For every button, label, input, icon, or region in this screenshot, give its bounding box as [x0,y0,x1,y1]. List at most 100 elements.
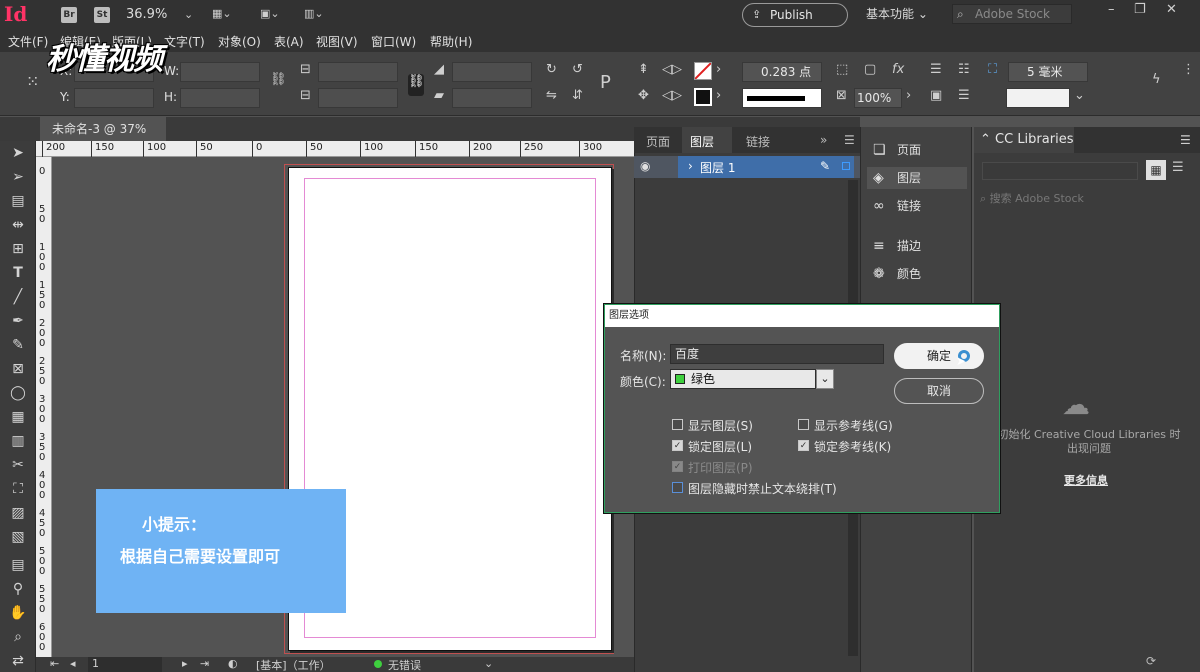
stroke-type-dropdown[interactable] [742,88,822,108]
last-page-icon[interactable]: ⇥ [200,657,209,670]
menu-file[interactable]: 文件(F) [8,33,48,50]
menu-table[interactable]: 表(A) [274,33,304,50]
screen-mode-icon[interactable]: ▣⌄ [260,7,280,20]
flip-vertical-icon[interactable]: ⇵ [572,88,583,103]
horizontal-ruler[interactable]: 200 150 100 50 0 50 100 150 200 250 300 [36,141,634,157]
master-label[interactable]: [基本]（工作） [256,657,331,672]
select-content-icon[interactable]: ✥ [638,88,649,103]
cc-sync-icon[interactable]: ⟳ [1146,654,1156,668]
hand-tool-icon[interactable]: ✋ [8,603,28,623]
y-field[interactable] [74,88,154,108]
cancel-button[interactable]: 取消 [894,378,984,404]
strip-layers[interactable]: ◈ 图层 [867,167,967,189]
stock-search-input[interactable]: ⌕ Adobe Stock [952,4,1072,24]
w-field[interactable] [180,62,260,82]
rotation-field[interactable] [452,62,532,82]
grid-view-icon[interactable]: ▦ [1146,160,1166,180]
stock-button[interactable]: St [94,7,110,23]
panel-menu-icon[interactable]: ⋮ [1182,62,1195,77]
wrap-jump-icon[interactable]: ☰ [958,88,970,103]
selection-tool-icon[interactable]: ➤ [8,143,28,163]
ok-button[interactable]: 确定 [894,343,984,369]
page-number-field[interactable]: 1 [88,657,162,672]
select-next-icon[interactable]: ◁▷ [662,88,682,103]
show-guides-checkbox[interactable] [798,419,809,430]
close-icon[interactable]: ✕ [1166,2,1177,17]
zoom-level[interactable]: 36.9% [126,7,167,22]
shear-field[interactable] [452,88,532,108]
select-previous-icon[interactable]: ◁▷ [662,62,682,77]
stroke-weight-field[interactable]: 0.283 点 [742,62,822,82]
more-info-link[interactable]: 更多信息 [1064,472,1108,488]
visibility-eye-icon[interactable]: ◉ [640,159,650,173]
view-options-icon[interactable]: ▦⌄ [212,7,232,20]
link-icon[interactable]: ⛓ [408,74,425,96]
expand-layer-icon[interactable]: › [688,159,693,173]
fill-swatch[interactable] [694,62,712,80]
layer-color-swatch[interactable] [842,162,850,170]
document-tab[interactable]: 未命名-3 @ 37% × [40,117,166,160]
tab-layers[interactable]: 图层 [690,133,714,150]
scale-x-field[interactable] [318,62,398,82]
suppress-text-wrap-checkbox[interactable] [672,482,683,493]
rectangle-frame-tool-icon[interactable]: ⊠ [8,359,28,379]
scissors-tool-icon[interactable]: ✂ [8,455,28,475]
text-wrap-icon[interactable]: ☰ [930,62,942,77]
object-effects-icon[interactable]: ⬚ [836,62,848,77]
opacity-arrow-icon[interactable]: › [906,88,911,103]
bridge-button[interactable]: Br [61,7,77,23]
line-tool-icon[interactable]: ╱ [8,287,28,307]
wrap-around-icon[interactable]: ▣ [930,88,942,103]
pen-tool-icon[interactable]: ✒ [8,311,28,331]
arrange-documents-icon[interactable]: ▥⌄ [304,7,324,20]
h-field[interactable] [180,88,260,108]
open-page-icon[interactable]: ◐ [228,657,238,670]
scale-y-field[interactable] [318,88,398,108]
panel-menu-icon[interactable]: ☰ [844,133,855,147]
stroke-arrow-icon[interactable]: › [716,88,721,103]
rotate-ccw-icon[interactable]: ↺ [572,62,583,77]
gap-tool-icon[interactable]: ⇹ [8,215,28,235]
next-page-icon[interactable]: ▸ [182,657,188,670]
stroke-swatch[interactable] [694,88,712,106]
cc-search-input[interactable]: ⌕ 搜索 Adobe Stock [980,190,1190,208]
vertical-ruler[interactable]: 0 5 0 1 0 0 1 5 0 2 0 0 2 5 0 3 0 0 3 5 0 4 0 0 4… [36,157,52,657]
auto-fit-icon[interactable]: ⛶ [988,62,997,77]
content-collector-icon[interactable]: ⊞ [8,239,28,259]
collapse-panel-icon[interactable]: » [820,133,827,147]
preflight-dropdown-icon[interactable]: ⌄ [484,657,493,670]
text-wrap-alt-icon[interactable]: ☷ [958,62,970,77]
zoom-dropdown-icon[interactable]: ⌄ [184,8,193,21]
page-tool-icon[interactable]: ▤ [8,191,28,211]
tab-links[interactable]: 链接 [746,133,770,150]
cc-libraries-tab[interactable]: ⌃ CC Libraries [974,127,1074,153]
lock-layer-checkbox[interactable]: ✓ [672,440,683,451]
strip-pages[interactable]: ❏ 页面 [867,139,967,161]
opacity-field[interactable]: 100% [854,88,902,108]
gradient-feather-tool-icon[interactable]: ▧ [8,527,28,547]
gap-field[interactable]: 5 毫米 [1008,62,1088,82]
show-layer-checkbox[interactable] [672,419,683,430]
restore-icon[interactable]: ❐ [1134,2,1146,17]
minimize-icon[interactable]: – [1108,2,1115,17]
pencil-tool-icon[interactable]: ✎ [8,335,28,355]
swap-fill-stroke-icon[interactable]: ⇄ [8,651,28,671]
strip-links[interactable]: ∞ 链接 [867,195,967,217]
menu-window[interactable]: 窗口(W) [371,33,416,50]
direct-selection-tool-icon[interactable]: ➢ [8,167,28,187]
tab-pages[interactable]: 页面 [646,133,670,150]
free-transform-tool-icon[interactable]: ⛶ [8,479,28,499]
menu-type[interactable]: 文字(T) [164,33,205,50]
fill-arrow-icon[interactable]: › [716,62,721,77]
first-page-icon[interactable]: ⇤ [50,657,59,670]
layer-name[interactable]: 图层 1 [700,159,735,176]
constrain-proportions-icon[interactable]: ⛓ [270,72,287,87]
menu-help[interactable]: 帮助(H) [430,33,472,50]
table-tool-icon[interactable]: ▦ [8,407,28,427]
gradient-swatch-tool-icon[interactable]: ▨ [8,503,28,523]
zoom-tool-icon[interactable]: ⌕ [8,627,28,647]
flip-horizontal-icon[interactable]: ⇋ [546,88,557,103]
quick-apply-icon[interactable]: ϟ [1152,72,1161,87]
library-dropdown[interactable] [982,162,1138,180]
color-select[interactable]: 绿色 [670,369,816,389]
